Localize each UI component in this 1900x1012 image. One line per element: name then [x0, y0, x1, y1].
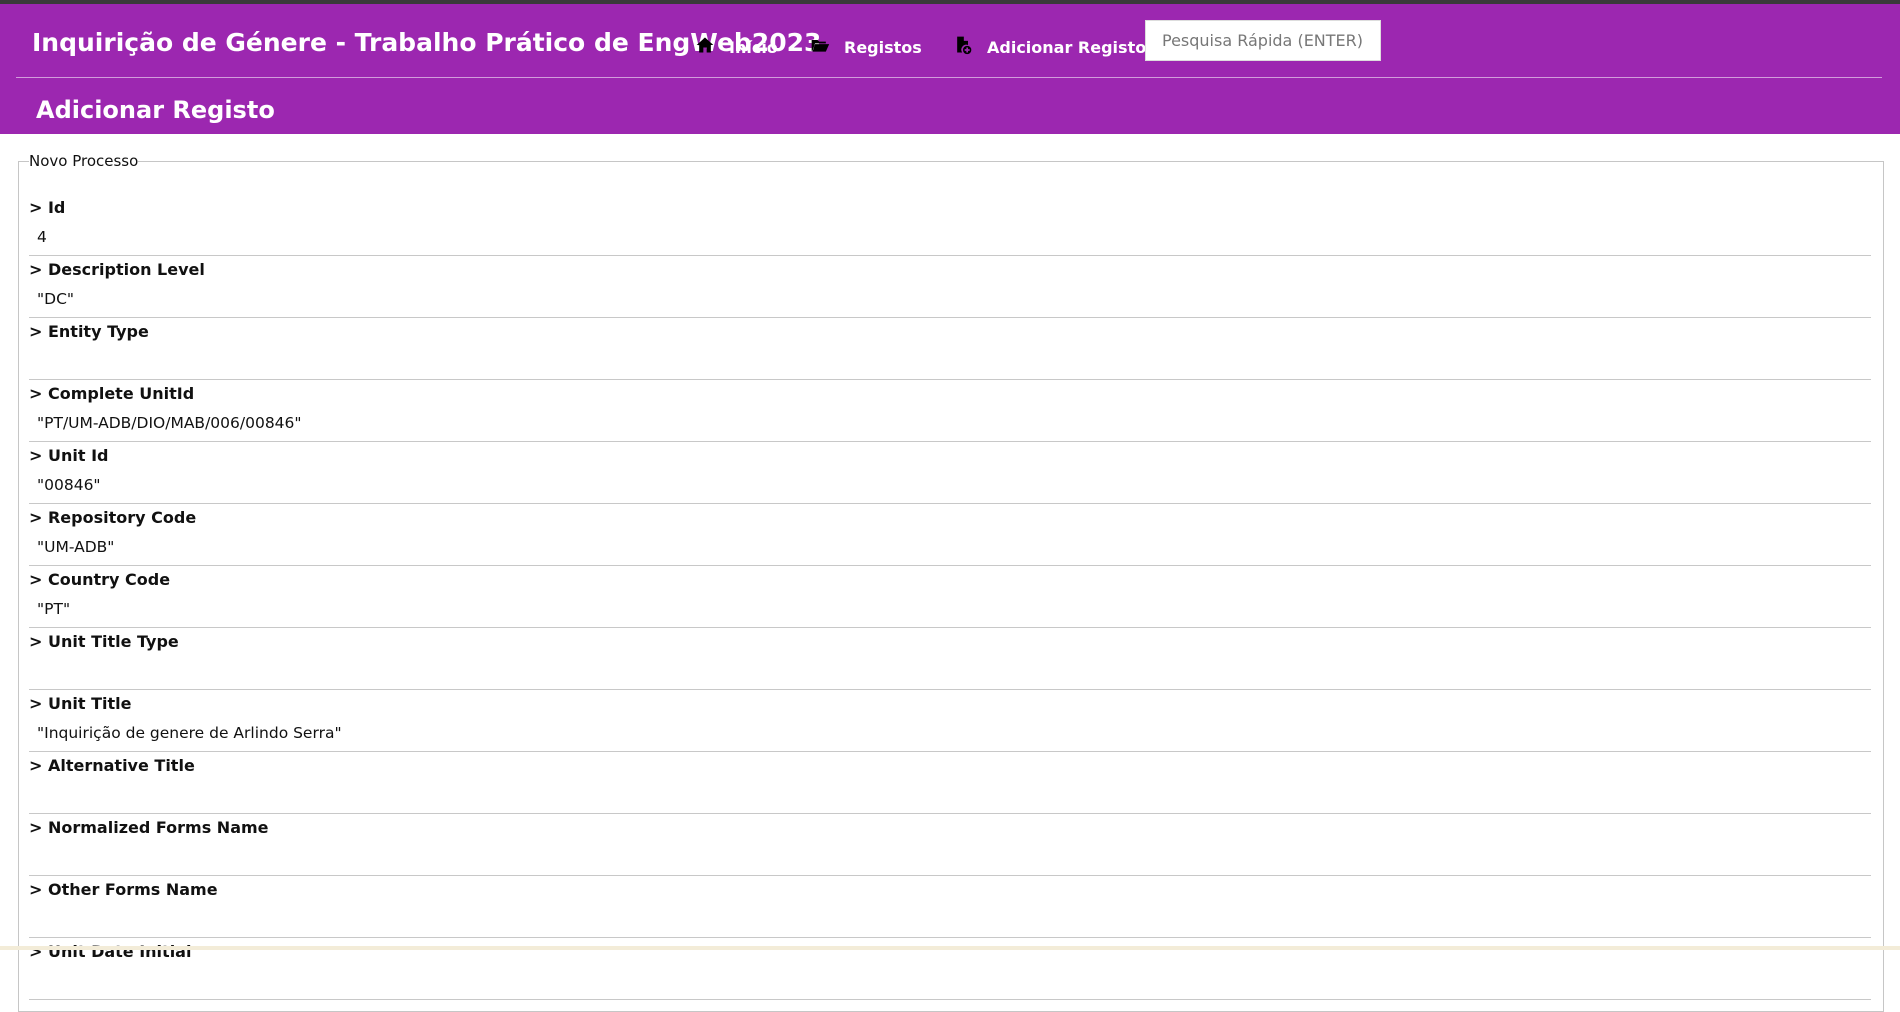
field-label: > Unit Id	[29, 446, 109, 465]
nav-registos[interactable]: Registos	[810, 33, 922, 61]
field-label: > Repository Code	[29, 508, 197, 527]
field-row: > Country Code "PT"	[29, 566, 1871, 628]
field-value: 4	[37, 228, 47, 246]
quick-search-input[interactable]	[1145, 20, 1381, 61]
field-row: > Repository Code "UM-ADB"	[29, 504, 1871, 566]
field-value: "UM-ADB"	[37, 538, 115, 556]
field-label: > Unit Title	[29, 694, 132, 713]
form-fields: > Id 4 > Description Level "DC" > Entity…	[29, 194, 1871, 1000]
new-process-form: Novo Processo > Id 4 > Description Level…	[18, 152, 1884, 1012]
field-row: > Description Level "DC"	[29, 256, 1871, 318]
field-value: "DC"	[37, 290, 75, 308]
nav-adicionar-label: Adicionar Registo	[987, 37, 1147, 57]
field-label: > Unit Title Type	[29, 632, 179, 651]
field-label: > Complete UnitId	[29, 384, 195, 403]
app-header: Inquirição de Génere - Trabalho Prático …	[0, 4, 1900, 134]
field-label: > Entity Type	[29, 322, 149, 341]
folder-open-icon	[810, 35, 830, 59]
field-label: > Normalized Forms Name	[29, 818, 269, 837]
home-icon	[695, 35, 715, 59]
form-legend: Novo Processo	[29, 152, 139, 170]
field-value: "00846"	[37, 476, 101, 494]
field-label: > Id	[29, 198, 66, 217]
field-row: > Unit Id "00846"	[29, 442, 1871, 504]
field-label: > Other Forms Name	[29, 880, 218, 899]
field-label: > Alternative Title	[29, 756, 195, 775]
field-label: > Unit Date Initial	[29, 942, 192, 961]
field-row: > Complete UnitId "PT/UM-ADB/DIO/MAB/006…	[29, 380, 1871, 442]
field-row: > Unit Title Type	[29, 628, 1871, 690]
file-add-icon	[953, 35, 973, 59]
field-row: > Other Forms Name	[29, 876, 1871, 938]
field-row: > Normalized Forms Name	[29, 814, 1871, 876]
field-row: > Id 4	[29, 194, 1871, 256]
field-value: "PT/UM-ADB/DIO/MAB/006/00846"	[37, 414, 302, 432]
nav-inicio-label: Início	[729, 37, 778, 57]
field-row: > Entity Type	[29, 318, 1871, 380]
bottom-edge-bar	[0, 946, 1900, 950]
field-label: > Country Code	[29, 570, 171, 589]
nav-registos-label: Registos	[844, 37, 922, 57]
field-label: > Description Level	[29, 260, 205, 279]
nav-inicio[interactable]: Início	[695, 33, 778, 61]
field-value: "PT"	[37, 600, 71, 618]
field-row: > Unit Title "Inquirição de genere de Ar…	[29, 690, 1871, 752]
field-row: > Alternative Title	[29, 752, 1871, 814]
field-value: "Inquirição de genere de Arlindo Serra"	[37, 724, 342, 742]
page-title: Adicionar Registo	[36, 96, 275, 124]
nav-adicionar-registo[interactable]: Adicionar Registo	[953, 33, 1146, 61]
header-divider	[16, 77, 1882, 78]
